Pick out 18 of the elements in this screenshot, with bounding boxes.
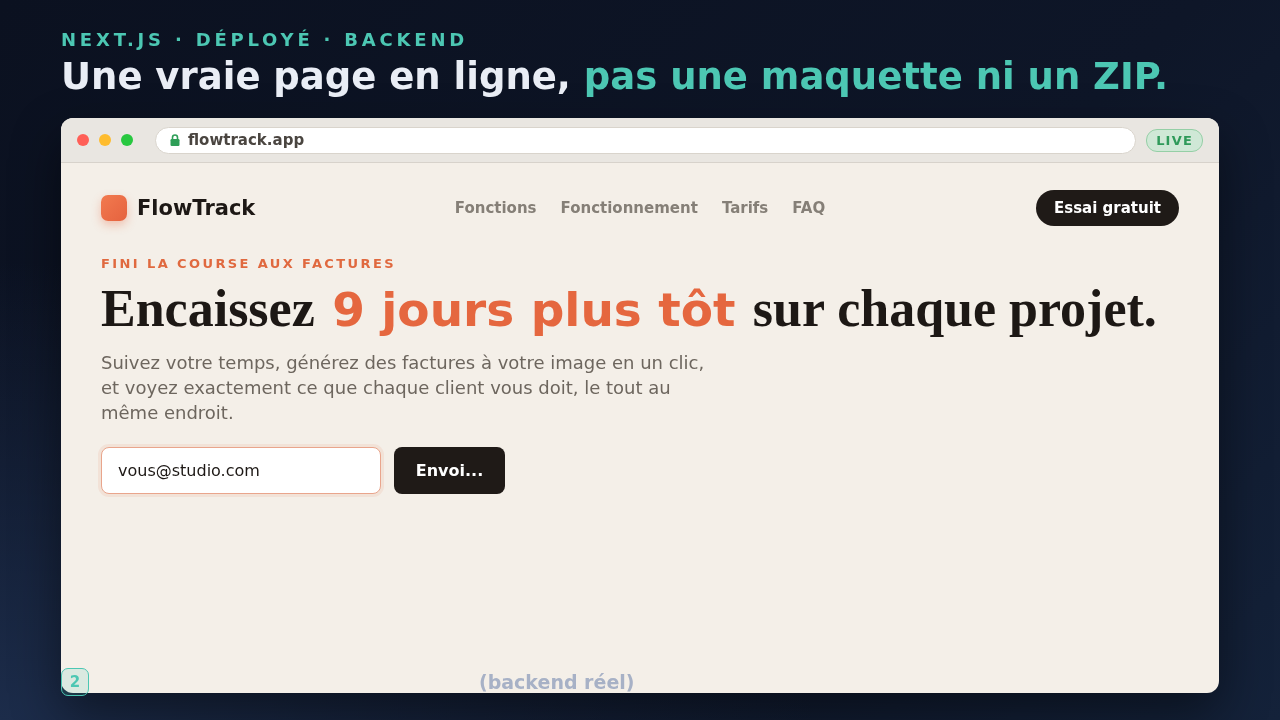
- trial-button[interactable]: Essai gratuit: [1036, 189, 1179, 226]
- hero-description: Suivez votre temps, générez des factures à votre image en un clic, et voyez exactement ce que chaque client vous doit, le tout au même endroit.: [101, 351, 706, 425]
- logo-icon: [101, 194, 127, 221]
- close-icon[interactable]: [77, 134, 89, 146]
- brand-name: FlowTrack: [137, 195, 256, 220]
- submit-button[interactable]: Envoi...: [394, 447, 505, 494]
- slide-title: Une vraie page en ligne, pas une maquette ni un ZIP.: [61, 54, 1170, 100]
- section-eyebrow: FINI LA COURSE AUX FACTURES: [101, 256, 396, 272]
- hero-headline: Encaissez 9 jours plus tôt sur chaque projet.: [101, 279, 1158, 339]
- step-number: 2: [61, 668, 89, 696]
- eyebrow-label: NEXT.JS · DÉPLOYÉ · BACKEND: [61, 29, 468, 51]
- minimize-icon[interactable]: [99, 134, 111, 146]
- address-bar[interactable]: flowtrack.app: [155, 126, 1137, 154]
- maximize-icon[interactable]: [121, 134, 133, 146]
- email-field[interactable]: vous@studio.com: [101, 447, 381, 494]
- lock-icon: [170, 134, 180, 146]
- caption-text: (backend réel): [479, 671, 635, 693]
- live-status: LIVE: [1146, 128, 1203, 152]
